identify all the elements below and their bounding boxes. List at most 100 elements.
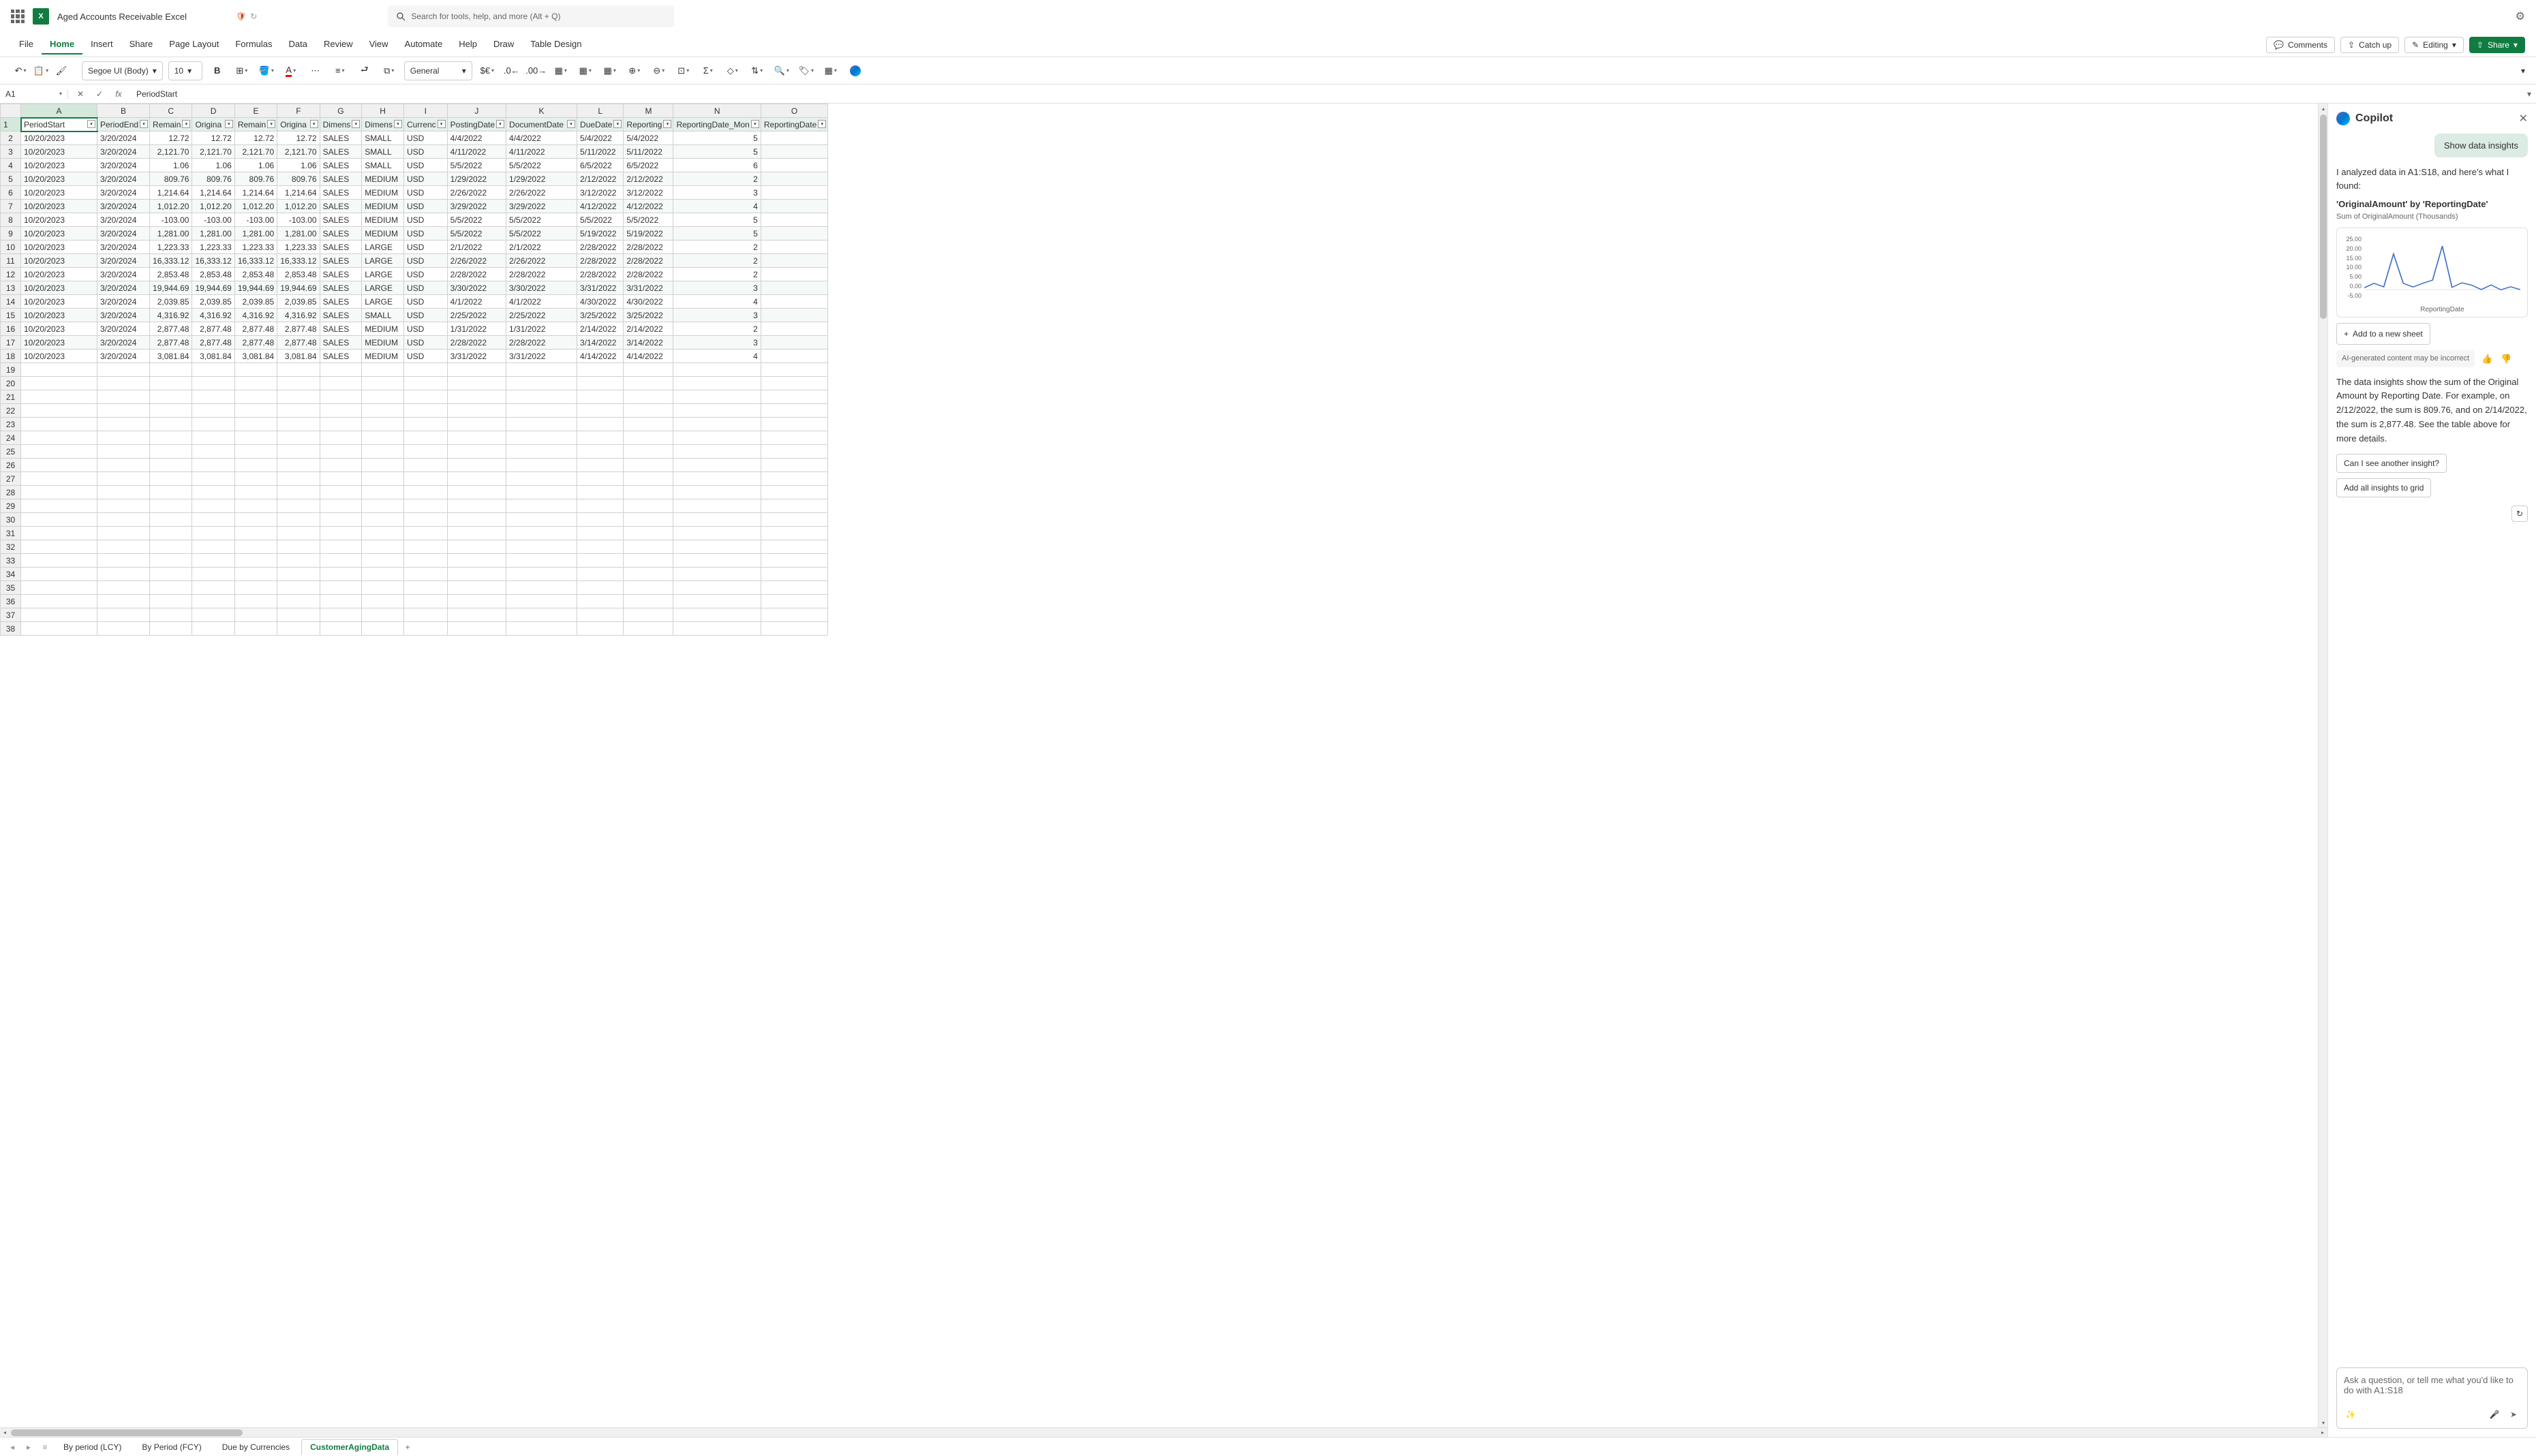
cell[interactable]: 1.06	[150, 159, 192, 172]
cell[interactable]: USD	[403, 227, 447, 241]
cell[interactable]	[577, 622, 624, 636]
filter-icon[interactable]: ▾	[394, 120, 402, 128]
cell[interactable]	[97, 554, 150, 568]
cell[interactable]	[761, 213, 827, 227]
cell[interactable]	[362, 431, 404, 445]
cell[interactable]	[624, 390, 673, 404]
cell[interactable]: 3/20/2024	[97, 295, 150, 309]
cell[interactable]	[234, 459, 277, 472]
cell[interactable]: 3/31/2022	[447, 350, 506, 363]
cell[interactable]: 2,039.85	[277, 295, 320, 309]
cell[interactable]	[447, 527, 506, 540]
cell[interactable]	[362, 377, 404, 390]
cell[interactable]: 3/20/2024	[97, 172, 150, 186]
suggestion-add-all[interactable]: Add all insights to grid	[2336, 478, 2431, 497]
cell[interactable]	[277, 418, 320, 431]
cell[interactable]	[761, 595, 827, 608]
column-header-M[interactable]: M	[624, 104, 673, 118]
ribbon-tab-file[interactable]: File	[11, 35, 42, 55]
cell[interactable]: 2,853.48	[277, 268, 320, 281]
cell[interactable]: 4/1/2022	[506, 295, 577, 309]
cell[interactable]	[192, 595, 234, 608]
cell[interactable]	[150, 622, 192, 636]
cell[interactable]	[150, 581, 192, 595]
font-color-button[interactable]: A▾	[281, 61, 301, 80]
table-header-cell[interactable]: ReportingDate_Mon▾	[673, 118, 761, 131]
cell[interactable]	[362, 459, 404, 472]
cell[interactable]: 4,316.92	[150, 309, 192, 322]
cell[interactable]: 2	[673, 254, 761, 268]
cell[interactable]: 3/20/2024	[97, 159, 150, 172]
align-button[interactable]: ≡▾	[331, 61, 350, 80]
cell[interactable]	[624, 513, 673, 527]
cell[interactable]	[97, 431, 150, 445]
cell[interactable]: USD	[403, 254, 447, 268]
cell[interactable]	[673, 554, 761, 568]
scroll-left-button[interactable]: ◂	[0, 1428, 10, 1438]
cell[interactable]	[403, 445, 447, 459]
ribbon-tab-home[interactable]: Home	[42, 35, 82, 55]
document-title[interactable]: Aged Accounts Receivable Excel	[57, 12, 187, 22]
cell[interactable]	[673, 390, 761, 404]
cell[interactable]	[624, 472, 673, 486]
table-header-cell[interactable]: Origina▾	[277, 118, 320, 131]
cell[interactable]: 2,877.48	[150, 322, 192, 336]
cell[interactable]	[761, 131, 827, 145]
table-header-cell[interactable]: PeriodStart▾	[21, 118, 97, 131]
column-header-I[interactable]: I	[403, 104, 447, 118]
cell[interactable]: SALES	[320, 172, 362, 186]
cell[interactable]	[97, 540, 150, 554]
cell[interactable]	[362, 390, 404, 404]
cell[interactable]: LARGE	[362, 268, 404, 281]
cell[interactable]	[673, 445, 761, 459]
cell[interactable]: 2/1/2022	[506, 241, 577, 254]
cell[interactable]	[362, 554, 404, 568]
cell[interactable]: 3/20/2024	[97, 227, 150, 241]
cell[interactable]: 2/28/2022	[577, 254, 624, 268]
cancel-formula-button[interactable]: ✕	[74, 87, 87, 101]
all-sheets-button[interactable]: ≡	[38, 1440, 52, 1454]
cell[interactable]: 5	[673, 131, 761, 145]
cell[interactable]	[21, 418, 97, 431]
cell[interactable]	[577, 390, 624, 404]
copilot-input[interactable]: Ask a question, or tell me what you'd li…	[2336, 1367, 2528, 1429]
cell[interactable]	[506, 581, 577, 595]
cell[interactable]	[577, 486, 624, 499]
cell[interactable]: 1,214.64	[192, 186, 234, 200]
cell[interactable]	[362, 568, 404, 581]
cell[interactable]: 809.76	[234, 172, 277, 186]
cell[interactable]	[21, 554, 97, 568]
cell[interactable]: -103.00	[277, 213, 320, 227]
cell[interactable]	[624, 377, 673, 390]
cell[interactable]	[403, 568, 447, 581]
cell[interactable]	[403, 499, 447, 513]
formula-input[interactable]: PeriodStart	[131, 89, 2522, 99]
cell[interactable]	[577, 568, 624, 581]
cell[interactable]: 10/20/2023	[21, 227, 97, 241]
column-header-F[interactable]: F	[277, 104, 320, 118]
cell[interactable]	[362, 527, 404, 540]
cell[interactable]: 1,281.00	[192, 227, 234, 241]
cell[interactable]: 1.06	[234, 159, 277, 172]
cell[interactable]: USD	[403, 131, 447, 145]
settings-icon[interactable]: ⚙	[2516, 10, 2525, 23]
sensitivity-button[interactable]: 🏷▾	[797, 61, 816, 80]
row-header-23[interactable]: 23	[1, 418, 21, 431]
cell[interactable]	[447, 390, 506, 404]
cell[interactable]	[577, 363, 624, 377]
cell[interactable]	[277, 554, 320, 568]
cell[interactable]: 12.72	[192, 131, 234, 145]
cell[interactable]: SALES	[320, 322, 362, 336]
cell[interactable]	[673, 431, 761, 445]
cell[interactable]: MEDIUM	[362, 227, 404, 241]
cell[interactable]	[21, 608, 97, 622]
column-header-O[interactable]: O	[761, 104, 827, 118]
cell[interactable]	[624, 622, 673, 636]
cell[interactable]	[624, 486, 673, 499]
cell[interactable]: LARGE	[362, 254, 404, 268]
cell[interactable]	[673, 527, 761, 540]
cell[interactable]	[320, 595, 362, 608]
row-header-8[interactable]: 8	[1, 213, 21, 227]
cell[interactable]: 4/4/2022	[506, 131, 577, 145]
cell[interactable]: 2/12/2022	[624, 172, 673, 186]
